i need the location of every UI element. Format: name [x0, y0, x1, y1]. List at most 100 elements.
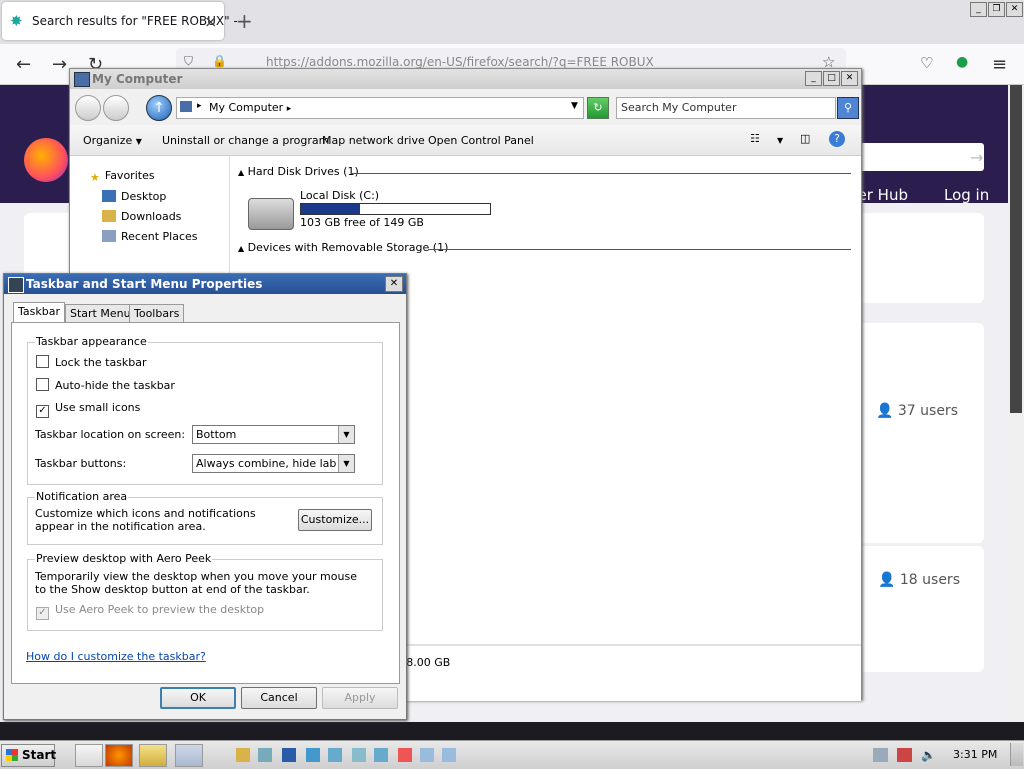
quicklaunch-app-icon[interactable]	[352, 748, 366, 762]
checkmark-icon[interactable]: ✓	[36, 405, 49, 418]
nav-downloads[interactable]: Downloads	[102, 210, 181, 223]
checkbox-box[interactable]	[36, 378, 49, 391]
breadcrumb[interactable]: My Computer ▸	[209, 101, 291, 114]
chevron-down-icon[interactable]: ▼	[571, 101, 578, 111]
nav-favorites[interactable]: ★ Favorites	[90, 169, 155, 184]
help-link[interactable]: How do I customize the taskbar?	[26, 650, 206, 663]
up-arrow-icon[interactable]: ↑	[146, 95, 172, 121]
hard-drive-icon[interactable]	[248, 198, 294, 230]
hard-disks-header[interactable]: ▲ Hard Disk Drives (1)	[238, 165, 359, 178]
customize-button[interactable]: Customize...	[298, 509, 372, 531]
quicklaunch-app-icon[interactable]	[420, 748, 434, 762]
browser-tab[interactable]: ✸ Search results for "FREE ROBUX" - ×	[2, 2, 238, 40]
quicklaunch-app-icon[interactable]	[328, 748, 342, 762]
close-icon[interactable]: ✕	[385, 276, 403, 292]
ok-button[interactable]: OK	[160, 687, 236, 709]
login-link[interactable]: Log in	[944, 186, 989, 204]
quicklaunch-app-icon[interactable]	[374, 748, 388, 762]
checkbox-box[interactable]	[36, 355, 49, 368]
taskbar-app-properties-icon[interactable]	[175, 744, 203, 767]
map-network-drive-button[interactable]: Map network drive	[322, 134, 425, 147]
drive-name[interactable]: Local Disk (C:)	[300, 189, 379, 202]
nav-desktop[interactable]: Desktop	[102, 190, 166, 203]
new-tab-icon[interactable]: +	[236, 9, 253, 33]
chevron-down-icon[interactable]: ▼	[338, 426, 354, 443]
organize-label: Organize	[83, 134, 133, 147]
collapse-icon: ▲	[238, 168, 245, 177]
taskbar-app-firefox-icon[interactable]	[105, 744, 133, 767]
buttons-value: Always combine, hide labels	[196, 457, 336, 470]
back-icon[interactable]	[75, 95, 101, 121]
clock[interactable]: 3:31 PM	[953, 748, 997, 761]
account-icon[interactable]: ●	[956, 54, 968, 70]
url-text: https://addons.mozilla.org/en-US/firefox…	[266, 55, 654, 69]
firefox-logo-icon	[24, 138, 68, 182]
browser-window-controls: _ ❐ ✕	[970, 2, 1024, 17]
search-icon[interactable]: ⚲	[837, 97, 859, 119]
cancel-button[interactable]: Cancel	[241, 687, 317, 709]
folder-icon	[102, 210, 116, 222]
address-bar[interactable]: ▸ My Computer ▸ ▼	[176, 97, 584, 119]
addons-favicon-icon: ✸	[10, 12, 23, 30]
show-desktop-button[interactable]	[1010, 743, 1023, 766]
minimize-icon[interactable]: _	[970, 2, 987, 17]
menu-icon[interactable]: ≡	[992, 54, 1007, 75]
chevron-down-icon[interactable]: ▼	[777, 136, 783, 145]
start-button[interactable]: Start	[1, 744, 56, 767]
close-tab-icon[interactable]: ×	[204, 12, 217, 31]
forward-icon[interactable]: →	[52, 54, 67, 75]
uninstall-button[interactable]: Uninstall or change a program	[162, 134, 329, 147]
apply-button[interactable]: Apply	[322, 687, 398, 709]
refresh-icon[interactable]: ↻	[587, 97, 609, 119]
lock-taskbar-checkbox[interactable]: Lock the taskbar	[36, 355, 147, 369]
quicklaunch-app-icon[interactable]	[306, 748, 320, 762]
minimize-icon[interactable]: _	[805, 71, 822, 86]
breadcrumb-chevron-icon[interactable]: ▸	[197, 101, 202, 111]
quicklaunch-app-icon[interactable]	[258, 748, 272, 762]
forward-icon[interactable]	[103, 95, 129, 121]
aero-legend: Preview desktop with Aero Peek	[35, 552, 213, 565]
quicklaunch-network-icon[interactable]	[282, 748, 296, 762]
organize-button[interactable]: Organize ▼	[83, 134, 142, 147]
location-select[interactable]: Bottom ▼	[192, 425, 355, 444]
close-icon[interactable]: ✕	[841, 71, 858, 86]
removable-header[interactable]: ▲ Devices with Removable Storage (1)	[238, 241, 448, 254]
tab-panel: Taskbar appearance Lock the taskbar Auto…	[11, 322, 400, 684]
taskbar-app-folder-icon[interactable]	[139, 744, 167, 767]
location-value: Bottom	[196, 428, 237, 441]
windows-logo-icon	[6, 749, 18, 761]
back-icon[interactable]: ←	[16, 54, 31, 75]
user-count-2: 👤 18 users	[878, 572, 960, 588]
nav-recent-places[interactable]: Recent Places	[102, 230, 198, 243]
taskbar-app-explorer-icon[interactable]	[75, 744, 103, 767]
scrollbar[interactable]	[1008, 85, 1024, 725]
chevron-down-icon[interactable]: ▼	[338, 455, 354, 472]
group-divider	[428, 249, 851, 250]
view-options-icon[interactable]: ☷	[750, 132, 760, 145]
small-icons-checkbox[interactable]: ✓ Use small icons	[36, 401, 140, 418]
taskbar-properties-dialog: Taskbar and Start Menu Properties ✕ Task…	[3, 273, 407, 720]
tray-action-center-icon[interactable]	[897, 748, 912, 762]
preview-pane-icon[interactable]: ◫	[800, 132, 810, 145]
quicklaunch-firefox-icon[interactable]	[398, 748, 412, 762]
maximize-icon[interactable]: □	[823, 71, 840, 86]
pocket-icon[interactable]: ♡	[920, 54, 933, 72]
search-input[interactable]: Search My Computer	[616, 97, 836, 119]
tray-network-icon[interactable]	[873, 748, 888, 762]
quicklaunch-folder-icon[interactable]	[236, 748, 250, 762]
explorer-titlebar[interactable]: My Computer _ □ ✕	[70, 69, 861, 89]
scrollbar-thumb[interactable]	[1010, 85, 1022, 413]
arrow-right-icon[interactable]: →	[970, 148, 983, 167]
nav-favorites-label: Favorites	[104, 169, 155, 182]
help-icon[interactable]: ?	[829, 131, 845, 147]
tray-volume-icon[interactable]: 🔈	[921, 748, 936, 762]
open-control-panel-button[interactable]: Open Control Panel	[428, 134, 534, 147]
buttons-select[interactable]: Always combine, hide labels ▼	[192, 454, 355, 473]
removable-label: Devices with Removable Storage (1)	[247, 241, 449, 254]
close-icon[interactable]: ✕	[1006, 2, 1023, 17]
autohide-checkbox[interactable]: Auto-hide the taskbar	[36, 378, 175, 392]
dialog-titlebar[interactable]: Taskbar and Start Menu Properties ✕	[4, 274, 406, 294]
windows-taskbar: Start 🔈 3:31 PM	[0, 740, 1024, 769]
quicklaunch-app-icon[interactable]	[442, 748, 456, 762]
maximize-icon[interactable]: ❐	[988, 2, 1005, 17]
